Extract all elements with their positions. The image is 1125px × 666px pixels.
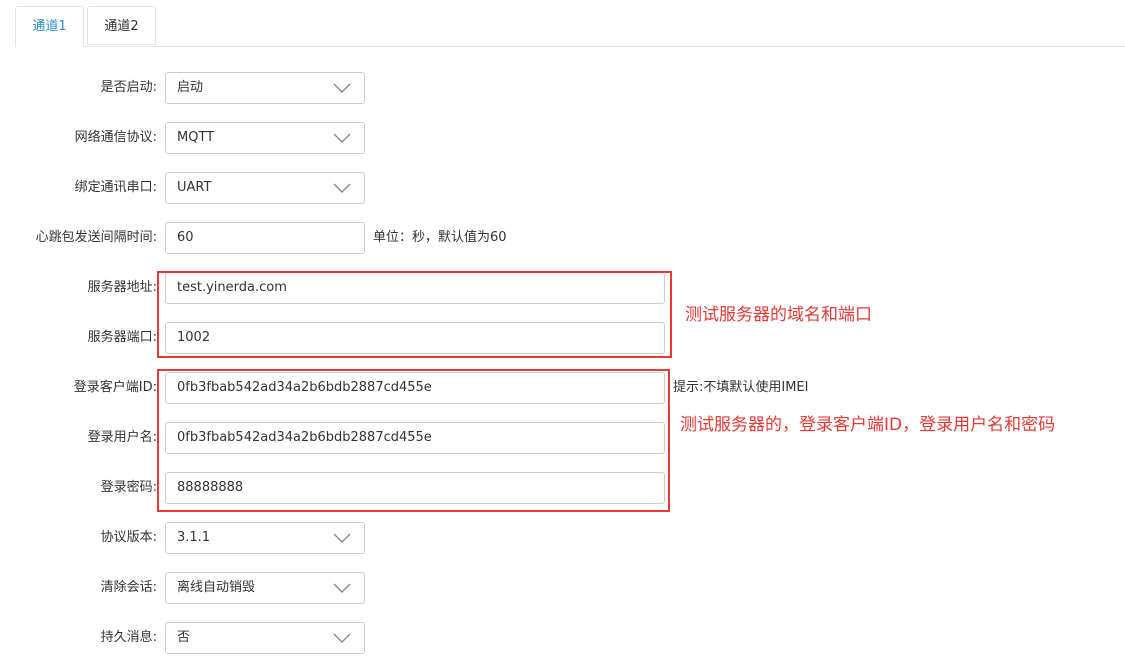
client-id-hint: 提示:不填默认使用IMEI xyxy=(673,380,809,395)
protocol-select[interactable]: MQTT xyxy=(165,122,365,154)
retain-label: 持久消息: xyxy=(100,630,157,645)
password-label: 登录密码: xyxy=(100,480,157,495)
chevron-down-icon xyxy=(333,632,351,644)
tab-channel-2[interactable]: 通道2 xyxy=(87,6,156,45)
chevron-down-icon xyxy=(333,582,351,594)
version-select[interactable]: 3.1.1 xyxy=(165,522,365,554)
server-port-label: 服务器端口: xyxy=(87,330,157,345)
server-address-label: 服务器地址: xyxy=(87,280,157,295)
chevron-down-icon xyxy=(333,182,351,194)
login-annotation-box xyxy=(157,369,670,512)
enable-select[interactable]: 启动 xyxy=(165,72,365,104)
serial-label: 绑定通讯串口: xyxy=(74,180,157,195)
enable-value: 启动 xyxy=(177,80,204,95)
enable-label: 是否启动: xyxy=(100,80,157,95)
heartbeat-hint: 单位：秒，默认值为60 xyxy=(373,230,507,245)
clean-session-label: 清除会话: xyxy=(100,580,157,595)
version-label: 协议版本: xyxy=(100,530,157,545)
retain-value: 否 xyxy=(177,630,191,645)
client-id-label: 登录客户端ID: xyxy=(73,380,157,395)
clean-session-value: 离线自动销毁 xyxy=(177,580,256,595)
clean-session-select[interactable]: 离线自动销毁 xyxy=(165,572,365,604)
server-annotation-box xyxy=(157,271,672,358)
chevron-down-icon xyxy=(333,532,351,544)
tab-channel-1[interactable]: 通道1 xyxy=(15,6,84,47)
settings-page: 通道1 通道2 是否启动: 启动 网络通信协议: MQTT 绑定通讯串口: UA… xyxy=(0,0,1125,666)
protocol-label: 网络通信协议: xyxy=(74,130,157,145)
heartbeat-label: 心跳包发送间隔时间: xyxy=(35,230,157,245)
heartbeat-input[interactable]: 60 xyxy=(165,222,365,254)
channel-tabs: 通道1 通道2 xyxy=(15,6,1125,47)
protocol-value: MQTT xyxy=(177,130,215,145)
chevron-down-icon xyxy=(333,82,351,94)
retain-select[interactable]: 否 xyxy=(165,622,365,654)
serial-select[interactable]: UART xyxy=(165,172,365,204)
version-value: 3.1.1 xyxy=(177,530,211,545)
server-annotation-text: 测试服务器的域名和端口 xyxy=(685,305,872,325)
serial-value: UART xyxy=(177,180,212,195)
username-label: 登录用户名: xyxy=(87,430,157,445)
login-annotation-text: 测试服务器的，登录客户端ID，登录用户名和密码 xyxy=(680,415,1056,435)
chevron-down-icon xyxy=(333,132,351,144)
